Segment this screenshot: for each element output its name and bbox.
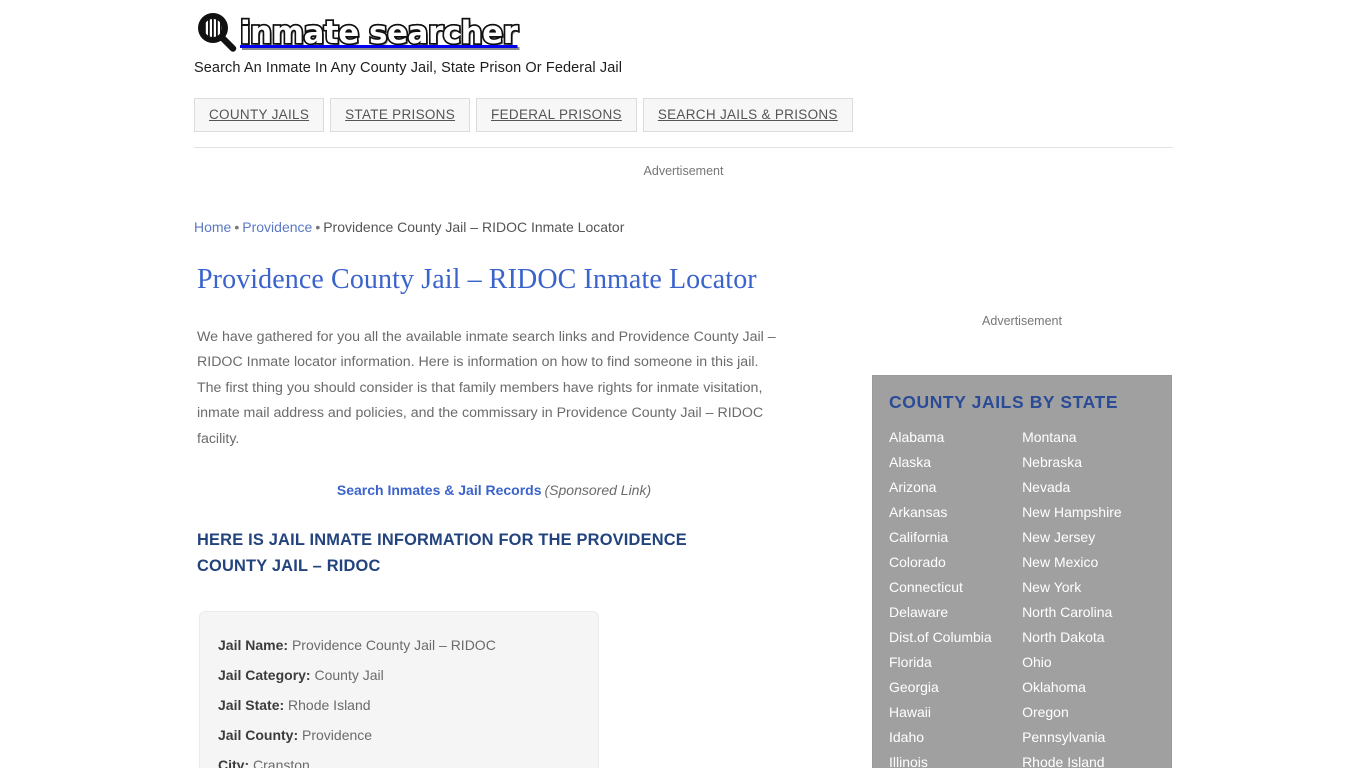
site-tagline: Search An Inmate In Any County Jail, Sta… <box>194 60 623 76</box>
info-value: Cranston <box>253 757 310 768</box>
top-advertisement-label: Advertisement <box>643 164 724 178</box>
state-link-dist-of-columbia[interactable]: Dist.of Columbia <box>889 625 1022 650</box>
state-link-alaska[interactable]: Alaska <box>889 450 1022 475</box>
state-link-nebraska[interactable]: Nebraska <box>1022 450 1171 475</box>
intro-paragraph: We have gathered for you all the availab… <box>197 329 776 447</box>
state-link-delaware[interactable]: Delaware <box>889 600 1022 625</box>
site-logo[interactable]: inmate searcher <box>194 8 1174 56</box>
state-link-new-jersey[interactable]: New Jersey <box>1022 525 1171 550</box>
info-key: Jail County: <box>218 727 299 744</box>
info-row-jail-state: Jail State: Rhode Island <box>218 690 580 720</box>
info-key: Jail Category: <box>218 667 311 684</box>
info-value: County Jail <box>314 667 384 684</box>
state-link-colorado[interactable]: Colorado <box>889 550 1022 575</box>
page-title: Providence County Jail – RIDOC Inmate Lo… <box>197 264 757 295</box>
nav-item-state-prisons[interactable]: STATE PRISONS <box>330 98 471 132</box>
state-link-florida[interactable]: Florida <box>889 650 1022 675</box>
sidebar-title: COUNTY JAILS BY STATE <box>889 392 1119 412</box>
info-key: Jail Name: <box>218 637 289 654</box>
state-link-new-hampshire[interactable]: New Hampshire <box>1022 500 1171 525</box>
breadcrumb-providence[interactable]: Providence <box>242 219 312 235</box>
info-row-jail-name: Jail Name: Providence County Jail – RIDO… <box>218 630 580 660</box>
breadcrumb: Home • Providence • Providence County Jail –… <box>194 219 624 235</box>
state-link-montana[interactable]: Montana <box>1022 425 1171 450</box>
state-link-alabama[interactable]: Alabama <box>889 425 1022 450</box>
main-navigation: COUNTY JAILS STATE PRISONS FEDERAL PRISO… <box>194 98 853 132</box>
search-inmates-records-link[interactable]: Search Inmates & Jail Records <box>337 482 542 498</box>
state-link-north-carolina[interactable]: North Carolina <box>1022 600 1171 625</box>
state-link-pennsylvania[interactable]: Pennsylvania <box>1022 725 1171 750</box>
state-link-idaho[interactable]: Idaho <box>889 725 1022 750</box>
jail-info-box: Jail Name: Providence County Jail – RIDO… <box>199 611 599 768</box>
info-key: City: <box>218 757 250 768</box>
logo-wordmark: inmate searcher <box>238 14 519 51</box>
info-row-jail-county: Jail County: Providence <box>218 720 580 750</box>
info-value: Providence <box>302 727 373 744</box>
header-divider <box>194 147 1173 148</box>
breadcrumb-home[interactable]: Home <box>194 219 231 235</box>
state-link-new-york[interactable]: New York <box>1022 575 1171 600</box>
county-jails-by-state-widget: COUNTY JAILS BY STATE Alabama Alaska Arizo… <box>872 375 1172 768</box>
info-value: Providence County Jail – RIDOC <box>291 637 496 654</box>
state-link-hawaii[interactable]: Hawaii <box>889 700 1022 725</box>
state-link-rhode-island[interactable]: Rhode Island <box>1022 750 1171 768</box>
section-heading: HERE IS JAIL INMATE INFORMATION FOR THE … <box>197 531 687 576</box>
breadcrumb-separator-2: • <box>315 219 321 235</box>
state-link-georgia[interactable]: Georgia <box>889 675 1022 700</box>
nav-item-federal-prisons[interactable]: FEDERAL PRISONS <box>476 98 637 132</box>
main-content: Providence County Jail – RIDOC Inmate Lo… <box>197 262 787 768</box>
state-link-arkansas[interactable]: Arkansas <box>889 500 1022 525</box>
info-value: Rhode Island <box>288 697 371 714</box>
page-root: inmate searcher Search An Inmate In Any … <box>0 0 1366 768</box>
sidebar-advertisement-label: Advertisement <box>982 314 1062 328</box>
state-link-north-dakota[interactable]: North Dakota <box>1022 625 1171 650</box>
magnifier-prison-icon <box>194 10 238 54</box>
sponsored-link-note: (Sponsored Link) <box>544 482 652 499</box>
state-columns: Alabama Alaska Arizona Arkansas California Co… <box>873 425 1171 768</box>
info-key: Jail State: <box>218 697 285 714</box>
state-link-illinois[interactable]: Illinois <box>889 750 1022 768</box>
state-link-oregon[interactable]: Oregon <box>1022 700 1171 725</box>
state-link-new-mexico[interactable]: New Mexico <box>1022 550 1171 575</box>
state-link-arizona[interactable]: Arizona <box>889 475 1022 500</box>
state-link-oklahoma[interactable]: Oklahoma <box>1022 675 1171 700</box>
nav-item-search-jails-prisons[interactable]: SEARCH JAILS & PRISONS <box>642 98 853 132</box>
state-column-right: Montana Nebraska Nevada New Hampshire New Je… <box>1022 425 1171 768</box>
info-row-city: City: Cranston <box>218 750 580 768</box>
nav-item-county-jails[interactable]: COUNTY JAILS <box>194 98 325 132</box>
state-column-left: Alabama Alaska Arizona Arkansas California Co… <box>889 425 1022 768</box>
breadcrumb-separator-1: • <box>234 219 240 235</box>
sponsored-link-row: Search Inmates & Jail Records (Sponsored … <box>197 482 787 498</box>
info-row-jail-category: Jail Category: County Jail <box>218 660 580 690</box>
state-link-california[interactable]: California <box>889 525 1022 550</box>
state-link-ohio[interactable]: Ohio <box>1022 650 1171 675</box>
site-header: inmate searcher Search An Inmate In Any … <box>194 8 1174 76</box>
state-link-nevada[interactable]: Nevada <box>1022 475 1171 500</box>
state-link-connecticut[interactable]: Connecticut <box>889 575 1022 600</box>
breadcrumb-current: Providence County Jail – RIDOC Inmate Lo… <box>323 219 625 235</box>
